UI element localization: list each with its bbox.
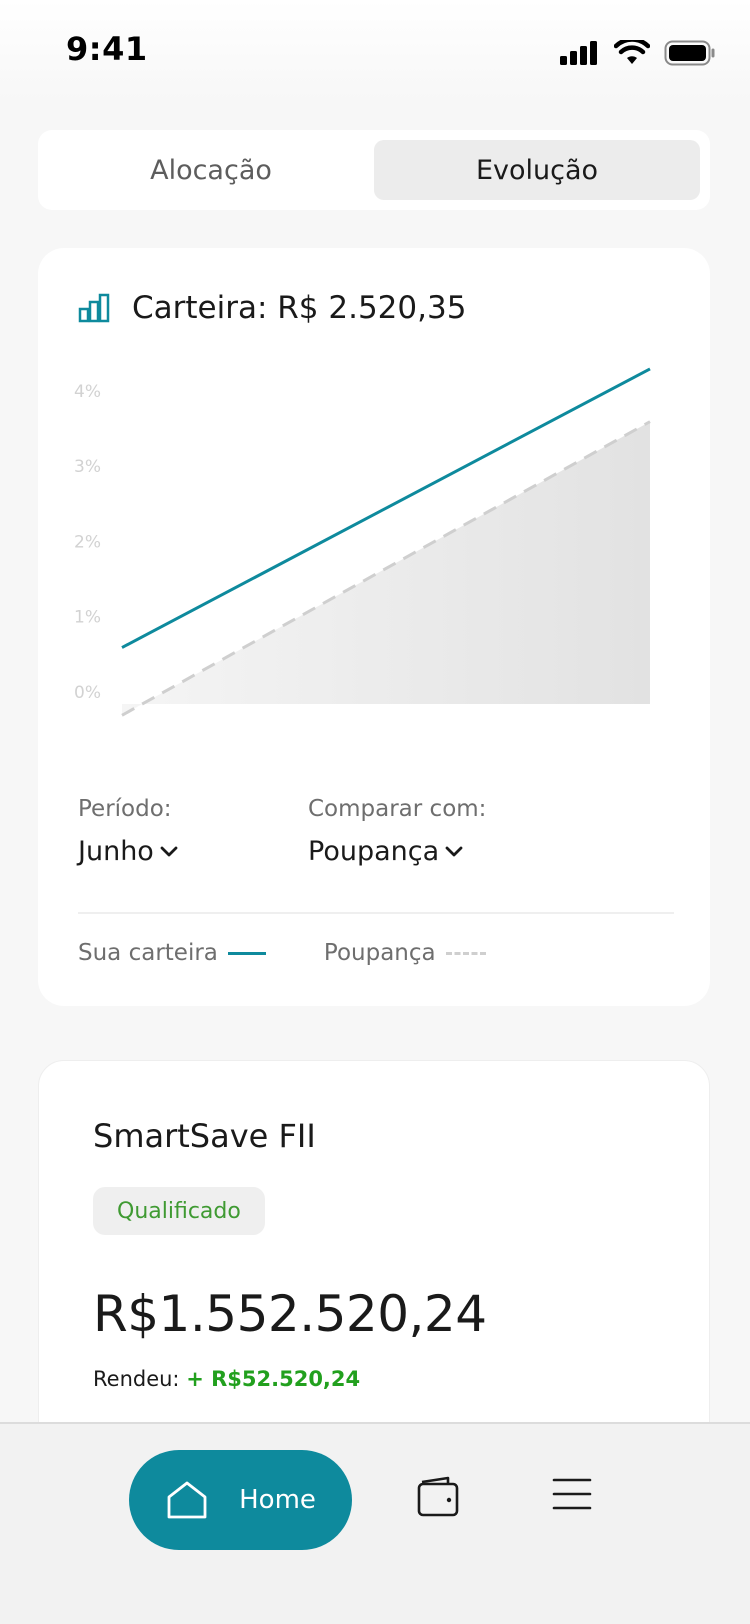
bottom-nav: Home: [0, 1422, 750, 1624]
period-value: Junho: [78, 836, 154, 867]
compare-selector[interactable]: Comparar com: Poupança: [308, 796, 608, 867]
compare-label: Comparar com:: [308, 796, 487, 822]
nav-home-label: Home: [239, 1485, 316, 1515]
legend-label: Poupança: [323, 940, 436, 966]
fund-amount: R$1.552.520,24: [93, 1285, 487, 1343]
chevron-down-icon: [160, 846, 178, 856]
menu-icon[interactable]: [552, 1476, 592, 1512]
fund-name: SmartSave FII: [93, 1117, 316, 1155]
legend-swatch-dashed: [445, 951, 486, 955]
status-badge: Qualificado: [93, 1187, 265, 1235]
legend-label: Sua carteira: [78, 940, 218, 966]
portfolio-total: Carteira: R$ 2.520,35: [132, 290, 467, 326]
yield-label: Rendeu:: [93, 1367, 180, 1391]
tab-alocacao[interactable]: Alocação: [48, 140, 374, 200]
chevron-down-icon: [445, 846, 463, 856]
status-time: 9:41: [66, 30, 148, 68]
status-bar: 9:41: [0, 0, 750, 100]
home-icon: [167, 1481, 207, 1519]
status-icons: [560, 38, 716, 68]
nav-home-button[interactable]: Home: [129, 1450, 352, 1550]
y-tick-label: 3%: [74, 457, 101, 477]
wallet-icon[interactable]: [416, 1476, 460, 1518]
period-label: Período:: [78, 796, 172, 822]
bar-chart-icon: [78, 293, 110, 323]
y-tick-label: 4%: [74, 382, 101, 402]
yield-value: + R$52.520,24: [186, 1367, 361, 1391]
legend-swatch-solid: [227, 951, 266, 955]
evolution-chart: 0% 1% 2% 3% 4%: [74, 367, 651, 717]
y-tick-label: 0%: [74, 683, 101, 703]
wifi-icon: [614, 40, 650, 64]
y-tick-label: 1%: [74, 608, 101, 628]
fund-yield: Rendeu: + R$52.520,24: [93, 1367, 360, 1391]
period-selector[interactable]: Período: Junho: [78, 796, 308, 867]
signal-icon: [560, 41, 597, 65]
y-tick-label: 2%: [74, 532, 101, 552]
chart-controls: Período: Junho Comparar com: Poupança: [78, 796, 678, 867]
compare-value: Poupança: [308, 836, 440, 867]
compare-dropdown[interactable]: Poupança: [308, 836, 608, 867]
legend-savings: Poupança: [324, 940, 486, 966]
legend-portfolio: Sua carteira: [78, 940, 266, 966]
divider: [78, 912, 674, 914]
card-title: Carteira: R$ 2.520,35: [78, 290, 466, 326]
chart-legend: Sua carteira Poupança: [78, 940, 486, 966]
view-tabs: Alocação Evolução: [38, 130, 710, 210]
period-dropdown[interactable]: Junho: [78, 836, 308, 867]
tab-evolucao[interactable]: Evolução: [374, 140, 700, 200]
portfolio-chart-card: Carteira: R$ 2.520,35 0% 1% 2% 3% 4% Período…: [38, 248, 710, 1006]
battery-icon: [664, 40, 715, 66]
